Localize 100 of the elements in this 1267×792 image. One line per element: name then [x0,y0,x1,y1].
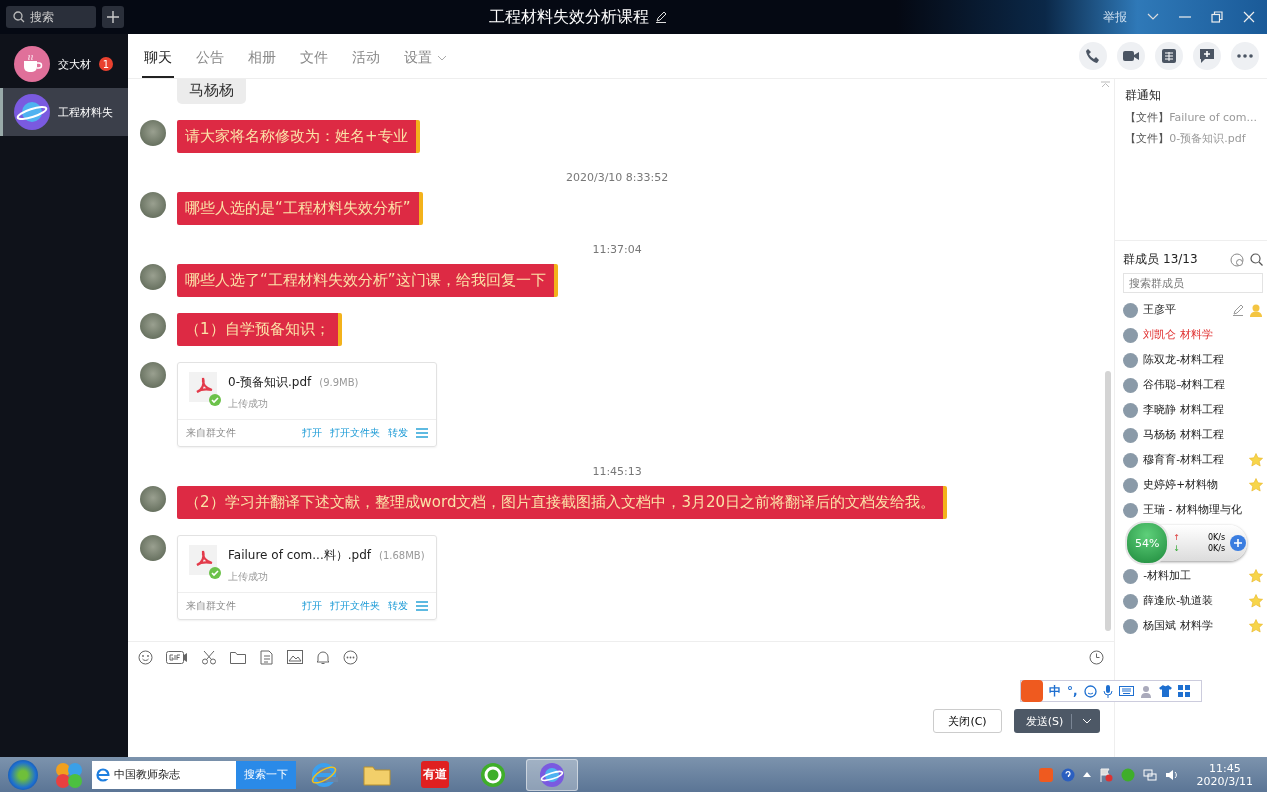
member-avatar[interactable] [1123,302,1139,318]
chat-bubble-icon[interactable] [1230,252,1244,267]
keyboard-icon[interactable] [1118,686,1134,696]
member-avatar[interactable] [1123,327,1139,343]
ime-punctuation[interactable]: °, [1067,684,1078,698]
close-icon[interactable] [1243,11,1255,23]
flag-icon[interactable] [1098,767,1113,782]
member-name: 陈双龙-材料工程 [1143,353,1224,367]
emoji-icon[interactable] [1083,684,1097,698]
notice-item[interactable]: 【文件】0-预备知识.pdf [1125,131,1257,146]
add-button[interactable] [102,6,124,28]
lesson-button[interactable] [1155,42,1183,70]
more-icon [1237,54,1253,58]
tab[interactable]: 聊天 [142,49,174,78]
image-icon[interactable] [287,650,303,664]
speaker-icon[interactable] [1164,767,1179,782]
member-avatar[interactable] [1123,618,1139,634]
document-icon[interactable] [259,649,274,665]
member-avatar[interactable] [1123,402,1139,418]
more-icon[interactable] [343,649,358,665]
member-avatar[interactable] [1123,427,1139,443]
conversation-item[interactable]: 交大材 1 [0,40,128,88]
chevron-down-icon[interactable] [1147,13,1159,21]
file-action-link[interactable]: 转发 [388,599,408,613]
member-search-field[interactable]: 搜索群成员 [1123,273,1263,293]
tab[interactable]: 公告 [194,49,226,78]
send-button[interactable]: 发送(S) [1013,709,1101,733]
notice-title: 群通知 [1125,87,1163,104]
file-name: 0-预备知识.pdf [228,375,312,389]
user-icon[interactable] [1139,684,1153,698]
member-avatar[interactable] [1123,352,1139,368]
help-icon[interactable] [1060,767,1075,782]
conversation-item[interactable]: 工程材料失 [0,88,128,136]
network-icon[interactable] [1142,767,1157,782]
file-action-link[interactable]: 打开 [302,426,322,440]
search-icon [13,11,25,23]
avatar[interactable] [140,192,166,218]
phone-button[interactable] [1079,42,1107,70]
emoji-icon[interactable] [138,649,153,665]
tab[interactable]: 活动 [350,49,382,78]
search-field[interactable]: 搜索 [6,6,96,28]
start-button[interactable] [8,759,38,790]
member-avatar[interactable] [1123,502,1139,518]
member-avatar[interactable] [1123,452,1139,468]
menu-icon[interactable] [416,428,428,438]
menu-icon[interactable] [416,601,428,611]
member-avatar[interactable] [1123,593,1139,609]
member-avatar[interactable] [1123,377,1139,393]
phone-icon [1085,48,1101,64]
search-button[interactable]: 搜索一下 [236,760,296,789]
more-button[interactable] [1231,42,1259,70]
microphone-icon[interactable] [1102,684,1113,698]
clock-time[interactable]: 11:45 [1208,761,1241,775]
planet-avatar-icon [14,94,50,130]
clock-date[interactable]: 2020/3/11 [1196,774,1253,788]
avatar[interactable] [140,313,166,339]
add-message-button[interactable] [1193,42,1221,70]
avatar[interactable] [140,264,166,290]
bell-icon[interactable] [316,649,330,665]
conversation-name: 工程材料失 [58,104,113,120]
search-icon[interactable] [1250,253,1263,266]
tab[interactable]: 文件 [298,49,330,78]
file-action-link[interactable]: 转发 [388,426,408,440]
tab[interactable]: 相册 [246,49,278,78]
scrollbar-thumb[interactable] [1105,371,1112,631]
browser-icon[interactable] [310,760,338,789]
avatar[interactable] [140,535,166,561]
avatar[interactable] [140,362,166,388]
browser-search-field[interactable]: 中国教师杂志 [92,760,236,789]
caret-icon[interactable] [1082,718,1093,724]
plus-circle-icon[interactable] [1229,534,1248,552]
report-link[interactable]: 举报 [1103,8,1127,26]
member-name: -材料加工 [1143,569,1191,583]
tab[interactable]: 设置 [402,49,449,78]
upload-arrow: ↑ [1173,533,1180,542]
video-button[interactable] [1117,42,1145,70]
dictionary-app-icon[interactable]: 有道 [421,761,449,788]
ime-mode[interactable]: 中 [1049,682,1061,700]
show-hidden-icons[interactable] [1082,772,1091,777]
message-plus-icon [1199,48,1215,64]
file-action-link[interactable]: 打开文件夹 [330,599,380,613]
notice-item[interactable]: 【文件】Failure of com... [1125,110,1257,125]
member-avatar[interactable] [1123,477,1139,493]
close-button[interactable]: 关闭(C) [933,709,1002,733]
shirt-icon[interactable] [1158,685,1172,697]
member-avatar[interactable] [1123,568,1139,584]
restore-icon[interactable] [1211,11,1223,23]
pdf-file-icon [188,544,222,580]
upload-status: 上传成功 [228,570,269,584]
file-action-link[interactable]: 打开文件夹 [330,426,380,440]
avatar[interactable] [140,486,166,512]
gif-icon[interactable] [166,650,188,664]
planet-app-icon[interactable] [526,758,578,791]
member-name: 王瑞 - 材料物理与化 [1143,503,1242,517]
history-clock-icon[interactable] [1089,649,1105,665]
file-action-link[interactable]: 打开 [302,599,322,613]
grid-icon[interactable] [1177,685,1190,697]
folder-icon[interactable] [230,650,246,664]
scissors-icon[interactable] [201,649,217,665]
avatar[interactable] [140,120,166,146]
